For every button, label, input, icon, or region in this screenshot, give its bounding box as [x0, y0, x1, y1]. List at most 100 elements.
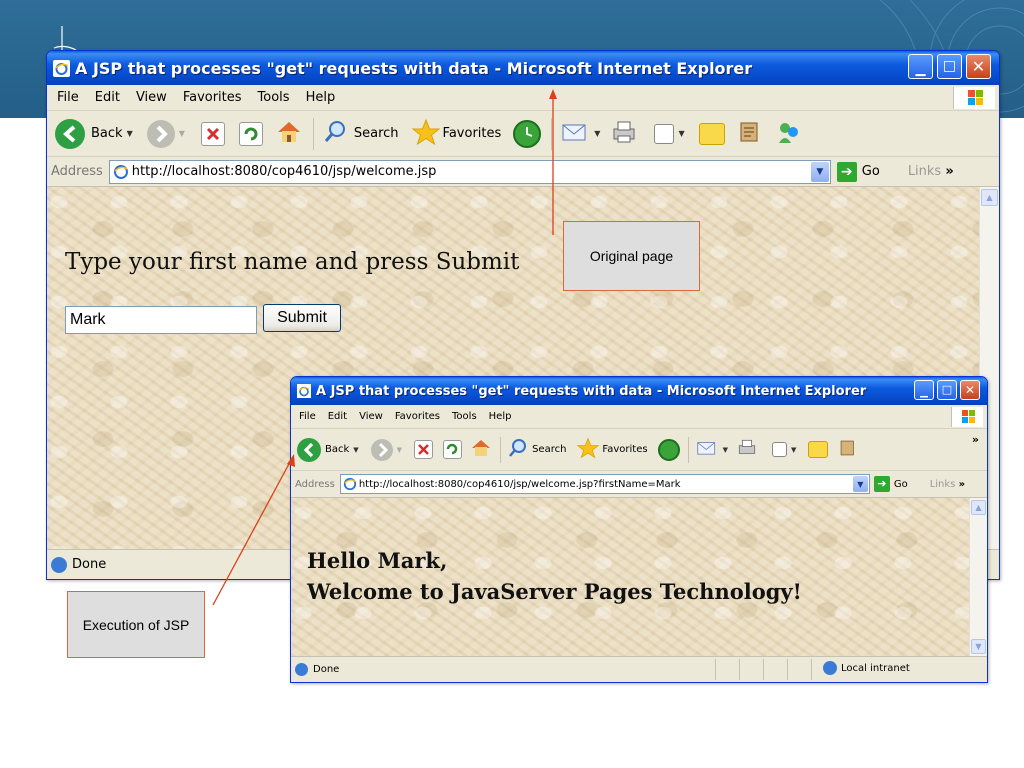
edit-icon	[654, 123, 675, 144]
chevron-down-icon: ▼	[396, 445, 403, 454]
back-button[interactable]: Back ▼	[55, 118, 133, 149]
messenger-button[interactable]	[775, 119, 803, 149]
close-button[interactable]: ✕	[966, 54, 991, 79]
ie-page-icon	[343, 477, 357, 493]
maximize-button[interactable]: □	[937, 380, 957, 400]
maximize-button[interactable]: □	[937, 54, 962, 79]
scroll-down-arrow[interactable]: ▼	[971, 639, 986, 654]
favorites-button[interactable]: Favorites	[576, 437, 648, 462]
refresh-button[interactable]	[443, 440, 463, 459]
research-icon	[737, 119, 763, 149]
vertical-scrollbar[interactable]: ▲ ▼	[969, 498, 987, 656]
menu-help[interactable]: Help	[489, 411, 512, 422]
stop-button[interactable]	[414, 440, 434, 459]
favorites-star-icon	[576, 437, 600, 462]
back-button[interactable]: Back ▼	[297, 437, 359, 462]
status-text: Done	[72, 557, 107, 572]
address-dropdown[interactable]: ▼	[810, 161, 829, 182]
print-button[interactable]	[610, 119, 638, 149]
history-icon	[657, 438, 680, 461]
mail-button[interactable]: ▼	[695, 438, 728, 461]
window-titlebar[interactable]: A JSP that processes "get" requests with…	[291, 377, 987, 405]
submit-button[interactable]: Submit	[263, 304, 341, 332]
menu-edit[interactable]: Edit	[328, 411, 347, 422]
links-button[interactable]: Links »	[930, 479, 965, 490]
menu-bar: File Edit View Favorites Tools Help	[47, 85, 999, 111]
window-titlebar[interactable]: A JSP that processes "get" requests with…	[47, 51, 999, 85]
status-text: Done	[313, 664, 340, 675]
address-value: http://localhost:8080/cop4610/jsp/welcom…	[358, 478, 681, 490]
globe-icon	[295, 663, 308, 676]
menu-edit[interactable]: Edit	[95, 90, 120, 105]
links-label: Links	[929, 478, 956, 490]
address-field[interactable]: http://localhost:8080/cop4610/jsp/welcom…	[339, 474, 870, 494]
browser-window-result: A JSP that processes "get" requests with…	[290, 376, 988, 683]
search-button[interactable]: Search	[507, 437, 566, 462]
intranet-icon	[823, 661, 837, 675]
zone-label: Local intranet	[841, 662, 910, 674]
scroll-up-arrow[interactable]: ▲	[981, 189, 998, 206]
menu-view[interactable]: View	[359, 411, 383, 422]
close-button[interactable]: ✕	[960, 380, 980, 400]
menu-bar: File Edit View Favorites Tools Help	[291, 405, 987, 429]
edit-icon	[771, 442, 787, 457]
menu-file[interactable]: File	[299, 411, 316, 422]
menu-favorites[interactable]: Favorites	[183, 90, 242, 105]
address-value: http://localhost:8080/cop4610/jsp/welcom…	[131, 164, 437, 179]
page-content: Hello Mark, Welcome to JavaServer Pages …	[291, 498, 971, 656]
forward-button[interactable]: ▼	[370, 438, 403, 461]
menu-file[interactable]: File	[57, 90, 79, 105]
go-arrow-icon: ➔	[836, 161, 857, 182]
callout-connector-execution	[212, 454, 295, 606]
status-bar: Done Local intranet	[291, 656, 987, 682]
callout-connector-original	[549, 89, 557, 235]
refresh-icon	[443, 440, 463, 459]
research-button[interactable]	[737, 119, 763, 149]
chevron-down-icon: ▼	[178, 129, 185, 138]
address-field[interactable]: http://localhost:8080/cop4610/jsp/welcom…	[108, 159, 831, 184]
research-button[interactable]	[838, 438, 858, 461]
first-name-input[interactable]	[65, 306, 257, 334]
menu-help[interactable]: Help	[306, 90, 336, 105]
go-button[interactable]: ➔ Go	[836, 161, 880, 182]
forward-button[interactable]: ▼	[146, 119, 185, 148]
favorites-button[interactable]: Favorites	[411, 118, 501, 150]
toolbar-overflow[interactable]: »	[972, 433, 979, 446]
stop-button[interactable]	[200, 121, 225, 146]
search-icon	[507, 437, 529, 462]
minimize-button[interactable]: ▁	[908, 54, 933, 79]
chevron-down-icon: ▼	[594, 129, 601, 138]
menu-tools[interactable]: Tools	[258, 90, 290, 105]
ie-page-icon	[297, 384, 311, 398]
search-button[interactable]: Search	[322, 118, 399, 150]
ie-page-icon	[113, 164, 129, 183]
home-button[interactable]	[275, 119, 303, 149]
ie-page-icon	[53, 59, 70, 77]
edit-button[interactable]: ▼	[771, 442, 796, 457]
go-button[interactable]: ➔ Go	[873, 476, 908, 492]
discuss-button[interactable]	[698, 122, 725, 145]
stop-icon	[200, 121, 225, 146]
menu-favorites[interactable]: Favorites	[395, 411, 440, 422]
greeting-line-1: Hello Mark,	[307, 548, 448, 573]
discuss-icon	[808, 441, 829, 458]
menu-view[interactable]: View	[136, 90, 167, 105]
menu-tools[interactable]: Tools	[452, 411, 477, 422]
address-bar: Address http://localhost:8080/cop4610/js…	[47, 157, 999, 187]
edit-button[interactable]: ▼	[654, 123, 685, 144]
scroll-up-arrow[interactable]: ▲	[971, 500, 986, 515]
search-label: Search	[532, 444, 567, 455]
zone-indicator: Local intranet	[823, 661, 910, 675]
forward-arrow-icon	[370, 438, 393, 461]
windows-logo-icon	[953, 87, 995, 109]
home-button[interactable]	[470, 438, 492, 461]
standard-toolbar: Back ▼ ▼ Search Favorites	[291, 429, 987, 471]
minimize-button[interactable]: ▁	[914, 380, 934, 400]
discuss-button[interactable]	[808, 441, 829, 458]
history-button[interactable]	[513, 119, 542, 148]
print-button[interactable]	[736, 438, 758, 461]
links-button[interactable]: Links »	[908, 164, 954, 179]
address-dropdown[interactable]: ▼	[852, 476, 868, 492]
history-button[interactable]	[657, 438, 680, 461]
refresh-button[interactable]	[238, 121, 263, 146]
